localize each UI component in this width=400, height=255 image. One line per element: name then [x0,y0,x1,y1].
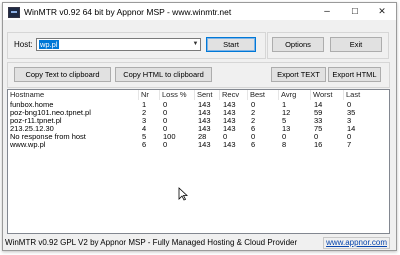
status-bar: WinMTR v0.92 GPL V2 by Appnor MSP - Full… [3,234,396,250]
column-header-last[interactable]: Last [344,90,389,100]
app-icon [8,7,20,18]
cell-loss: 0 [163,140,168,149]
status-text: WinMTR v0.92 GPL V2 by Appnor MSP - Full… [5,238,298,247]
start-button[interactable]: Start [206,37,256,52]
winmtr-window: WinMTR v0.92 64 bit by Appnor MSP - www.… [2,2,397,251]
options-button[interactable]: Options [272,37,324,52]
column-header-recv[interactable]: Recv [220,90,248,100]
copy-text-button[interactable]: Copy Text to clipboard [14,67,111,82]
copy-html-button[interactable]: Copy HTML to clipboard [115,67,212,82]
mouse-pointer-icon [178,187,188,201]
cell-sent: 143 [198,140,211,149]
close-button[interactable]: ✕ [368,3,396,20]
cell-hostname: www.wp.pl [10,140,46,149]
host-value: wp.pl [39,40,59,49]
cell-worst: 16 [314,140,323,149]
cell-recv: 143 [223,140,236,149]
export-text-button[interactable]: Export TEXT [271,67,326,82]
cell-avrg: 8 [282,140,287,149]
title-bar[interactable]: WinMTR v0.92 64 bit by Appnor MSP - www.… [3,3,396,20]
export-html-button[interactable]: Export HTML [328,67,381,82]
exit-button[interactable]: Exit [330,37,382,52]
cell-best: 6 [251,140,256,149]
column-header-best[interactable]: Best [248,90,279,100]
host-label: Host: [14,40,33,49]
host-combobox[interactable]: wp.pl ▼ [36,38,201,51]
column-header-sent[interactable]: Sent [195,90,220,100]
column-header-worst[interactable]: Worst [311,90,344,100]
chevron-down-icon[interactable]: ▼ [191,39,200,50]
minimize-button[interactable]: – [313,3,341,20]
results-table[interactable]: Hostname Nr Loss % Sent Recv Best Avrg W… [7,89,390,234]
cell-last: 7 [347,140,352,149]
maximize-button[interactable]: ☐ [341,3,369,20]
cell-nr: 6 [142,140,147,149]
column-header-avrg[interactable]: Avrg [279,90,311,100]
appnor-link[interactable]: www.appnor.com [323,237,390,249]
window-title: WinMTR v0.92 64 bit by Appnor MSP - www.… [24,7,232,17]
column-header-hostname[interactable]: Hostname [8,90,139,100]
column-header-loss[interactable]: Loss % [160,90,195,100]
column-header-nr[interactable]: Nr [139,90,160,100]
